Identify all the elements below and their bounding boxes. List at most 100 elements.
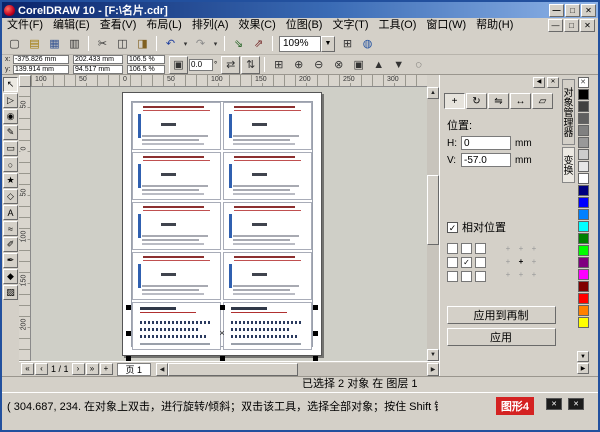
anchor-point[interactable]: +	[502, 243, 514, 255]
menu-item[interactable]: 查看(V)	[95, 18, 142, 33]
color-swatch[interactable]	[578, 257, 589, 268]
horizontal-scrollbar[interactable]: ◀ ▶	[156, 363, 439, 376]
add-page-button[interactable]: +	[100, 363, 113, 375]
business-card[interactable]	[223, 202, 312, 250]
business-card[interactable]	[223, 252, 312, 300]
weld-button[interactable]: ⊕	[289, 56, 308, 74]
vertical-ruler[interactable]: 50050100150200	[19, 87, 31, 361]
menu-item[interactable]: 帮助(H)	[471, 18, 518, 33]
ruler-origin[interactable]	[19, 75, 31, 87]
color-swatch[interactable]	[578, 269, 589, 280]
menu-item[interactable]: 布局(L)	[141, 18, 186, 33]
anchor-point[interactable]: +	[515, 269, 527, 281]
paste-icon[interactable]: ◨	[133, 35, 152, 53]
drawing-viewport[interactable]: ×	[31, 87, 427, 361]
color-swatch[interactable]	[578, 125, 589, 136]
object-height-input[interactable]	[73, 65, 123, 74]
scroll-down-button[interactable]: ▼	[427, 349, 439, 361]
import-icon[interactable]: ⇘	[229, 35, 248, 53]
color-swatch[interactable]	[578, 101, 589, 112]
doc-restore-button[interactable]: □	[564, 19, 579, 32]
zoom-tool[interactable]: ◉	[3, 109, 18, 124]
doc-minimize-button[interactable]: —	[548, 19, 563, 32]
anchor-checkbox[interactable]	[447, 271, 458, 282]
selection-handle[interactable]	[126, 331, 131, 336]
horizontal-ruler[interactable]: 10050050100150200250300	[31, 75, 427, 87]
color-swatch[interactable]	[578, 137, 589, 148]
doc-close-button[interactable]: ✕	[580, 19, 595, 32]
docker-collapse-button[interactable]: ◀	[533, 77, 545, 88]
basic-shapes-tool[interactable]: ◇	[3, 189, 18, 204]
anchor-point[interactable]: +	[528, 243, 540, 255]
mirror-horizontal-button[interactable]: ⇄	[221, 56, 240, 74]
undo-dropdown-icon[interactable]: ▾	[181, 35, 190, 53]
color-swatch[interactable]	[578, 221, 589, 232]
menu-item[interactable]: 排列(A)	[187, 18, 234, 33]
anchor-point[interactable]: +	[515, 243, 527, 255]
trim-button[interactable]: ⊖	[309, 56, 328, 74]
color-swatch[interactable]	[578, 173, 589, 184]
intersect-button[interactable]: ⊗	[329, 56, 348, 74]
shape-tool[interactable]: ▷	[3, 93, 18, 108]
new-document-icon[interactable]: ▢	[5, 35, 24, 53]
freehand-tool[interactable]: ✎	[3, 125, 18, 140]
pick-tool[interactable]: ↖	[3, 77, 18, 92]
next-page-button[interactable]: ›	[72, 363, 85, 375]
to-front-button[interactable]: ▲	[369, 56, 388, 74]
scale-x-input[interactable]	[127, 55, 165, 64]
zoom-dropdown-button[interactable]: ▼	[321, 36, 335, 52]
selection-handle[interactable]	[220, 305, 225, 310]
transform-position-tab[interactable]: +	[444, 93, 465, 109]
business-card[interactable]	[132, 152, 221, 200]
color-swatch[interactable]	[578, 209, 589, 220]
redo-icon[interactable]: ↷	[191, 35, 210, 53]
vertical-scroll-thumb[interactable]	[427, 175, 439, 245]
convert-to-curves-button[interactable]: ◌	[409, 56, 428, 74]
anchor-point[interactable]: +	[502, 269, 514, 281]
undo-icon[interactable]: ↶	[161, 35, 180, 53]
group-button[interactable]: ▣	[349, 56, 368, 74]
mirror-vertical-button[interactable]: ⇅	[241, 56, 260, 74]
color-swatch[interactable]	[578, 245, 589, 256]
relative-position-checkbox[interactable]: ✓	[447, 222, 458, 233]
anchor-checkbox[interactable]	[461, 271, 472, 282]
color-swatch[interactable]	[578, 197, 589, 208]
position-h-input[interactable]	[461, 136, 511, 150]
polygon-tool[interactable]: ★	[3, 173, 18, 188]
zoom-level-input[interactable]	[279, 36, 321, 52]
title-bar[interactable]: CorelDRAW 10 - [F:\名片.cdr] —□✕	[2, 2, 598, 18]
horizontal-scroll-thumb[interactable]	[168, 363, 298, 376]
business-card[interactable]	[132, 252, 221, 300]
color-swatch[interactable]: ✕	[578, 77, 589, 88]
palette-expand-button[interactable]: ▶	[577, 363, 589, 374]
combine-button[interactable]: ⊞	[269, 56, 288, 74]
position-v-input[interactable]	[461, 153, 511, 167]
transform-scale-mirror-tab[interactable]: ⇋	[488, 93, 509, 109]
color-swatch[interactable]	[578, 305, 589, 316]
anchor-checkbox[interactable]	[447, 243, 458, 254]
scale-y-input[interactable]	[127, 65, 165, 74]
prev-page-button[interactable]: ‹	[35, 363, 48, 375]
color-swatch[interactable]	[578, 317, 589, 328]
business-card[interactable]	[223, 152, 312, 200]
scroll-up-button[interactable]: ▲	[427, 87, 439, 99]
rotation-angle-input[interactable]	[189, 59, 213, 71]
maximize-button[interactable]: □	[565, 4, 580, 17]
print-icon[interactable]: ▥	[65, 35, 84, 53]
interactive-blend-tool[interactable]: ≈	[3, 221, 18, 236]
rectangle-tool[interactable]: ▭	[3, 141, 18, 156]
object-width-input[interactable]	[73, 55, 123, 64]
vertical-scrollbar[interactable]: ▲ ▼	[427, 87, 439, 361]
transform-size-tab[interactable]: ↔	[510, 93, 531, 109]
redo-dropdown-icon[interactable]: ▾	[211, 35, 220, 53]
selection-handle[interactable]	[126, 305, 131, 310]
open-icon[interactable]: ▤	[25, 35, 44, 53]
color-swatch[interactable]	[578, 149, 589, 160]
close-button[interactable]: ✕	[581, 4, 596, 17]
interactive-fill-tool[interactable]: ▨	[3, 285, 18, 300]
anchor-checkbox[interactable]: ✓	[461, 257, 472, 268]
color-swatch[interactable]	[578, 185, 589, 196]
object-y-input[interactable]	[13, 65, 69, 74]
color-swatch[interactable]	[578, 281, 589, 292]
corel-online-icon[interactable]: ◍	[358, 35, 377, 53]
